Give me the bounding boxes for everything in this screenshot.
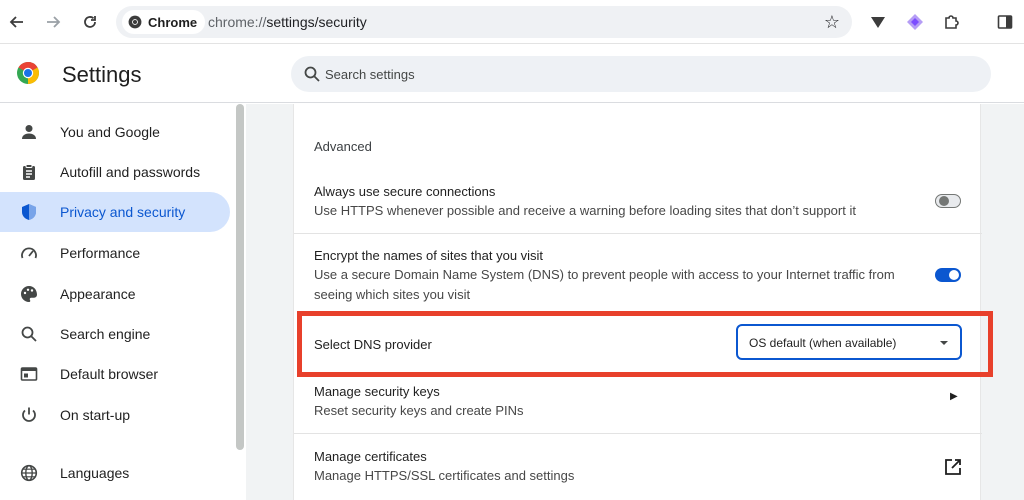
open-external-icon[interactable] (944, 458, 962, 476)
sidebar-item-label: Autofill and passwords (60, 164, 201, 180)
sidebar-item-label: Languages (60, 465, 130, 481)
search-input[interactable] (325, 56, 965, 92)
power-icon (19, 405, 39, 425)
diamond-icon (907, 14, 923, 30)
url-host: chrome:// (208, 14, 267, 30)
clipboard-icon (19, 162, 39, 182)
sidebar-item-search-engine[interactable]: Search engine (0, 314, 230, 354)
url-path: settings/security (266, 14, 367, 30)
advanced-security-card: Advanced Always use secure connections U… (293, 104, 982, 500)
address-bar[interactable]: Chrome chrome://settings/security ☆ (116, 6, 852, 38)
reload-button[interactable] (78, 10, 102, 34)
toggle-knob (939, 196, 949, 206)
sidebar-item-privacy-and-security[interactable]: Privacy and security (0, 192, 230, 232)
forward-button[interactable] (41, 10, 65, 34)
globe-icon (19, 463, 39, 483)
site-chip-label: Chrome (148, 14, 198, 30)
search-icon (19, 324, 39, 344)
search-icon (304, 66, 320, 82)
speedometer-icon (19, 243, 39, 263)
sidebar-item-default-browser[interactable]: Default browser (0, 354, 230, 394)
section-title: Advanced (314, 139, 372, 154)
bookmark-star-icon[interactable]: ☆ (824, 12, 840, 33)
sidebar-item-you-and-google[interactable]: You and Google (0, 112, 230, 152)
row-encrypt-site-names[interactable]: Encrypt the names of sites that you visi… (294, 242, 982, 314)
sidebar-item-autofill[interactable]: Autofill and passwords (0, 152, 230, 192)
sidebar-item-performance[interactable]: Performance (0, 233, 230, 273)
row-always-secure-connections[interactable]: Always use secure connections Use HTTPS … (294, 178, 982, 234)
sidebar-item-label: Default browser (60, 366, 159, 382)
sidebar-item-label: Privacy and security (60, 204, 186, 220)
sidebar-item-languages[interactable]: Languages (0, 453, 230, 493)
chevron-right-icon[interactable]: ▶ (950, 391, 958, 402)
extensions-button[interactable] (940, 10, 964, 34)
palette-icon (19, 284, 39, 304)
chrome-logo-icon (128, 15, 142, 29)
divider (294, 433, 982, 434)
row-title: Manage security keys (314, 384, 440, 399)
arrow-right-icon (47, 16, 61, 28)
page-title: Settings (62, 62, 142, 87)
secure-dns-toggle[interactable] (935, 268, 961, 282)
sidebar-item-label: You and Google (60, 124, 160, 140)
row-title: Manage certificates (314, 449, 427, 464)
chrome-logo-icon (17, 62, 39, 84)
browser-toolbar: Chrome chrome://settings/security ☆ (0, 0, 1024, 44)
funnel-icon (871, 17, 885, 28)
puzzle-piece-icon (945, 15, 959, 29)
url-text[interactable]: chrome://settings/security (208, 14, 367, 30)
sidebar-item-label: Performance (60, 245, 141, 261)
sidebar-item-label: Appearance (60, 286, 136, 302)
row-description: Use a secure Domain Name System (DNS) to… (314, 267, 895, 302)
extension-funnel-button[interactable] (866, 10, 890, 34)
reload-icon (84, 16, 96, 28)
sidebar-item-on-start-up[interactable]: On start-up (0, 395, 230, 435)
row-title: Encrypt the names of sites that you visi… (314, 248, 544, 263)
back-button[interactable] (5, 10, 29, 34)
sidebar-item-label: On start-up (60, 407, 131, 423)
sidebar-item-appearance[interactable]: Appearance (0, 274, 230, 314)
site-chip[interactable]: Chrome (122, 10, 206, 34)
side-panel-button[interactable] (993, 10, 1017, 34)
side-panel-icon (997, 15, 1013, 29)
shield-icon (19, 202, 39, 222)
extension-diamond-button[interactable] (903, 10, 927, 34)
row-description: Use HTTPS whenever possible and receive … (314, 203, 856, 218)
row-manage-certificates[interactable]: Manage certificates Manage HTTPS/SSL cer… (294, 442, 982, 498)
sidebar: You and Google Autofill and passwords Pr… (0, 104, 233, 500)
settings-header: Settings (0, 45, 1024, 103)
sidebar-item-label: Search engine (60, 326, 151, 342)
row-description: Manage HTTPS/SSL certificates and settin… (314, 468, 575, 483)
row-title: Always use secure connections (314, 184, 496, 199)
sidebar-scrollbar[interactable] (236, 104, 244, 450)
browser-window-icon (19, 364, 39, 384)
row-manage-security-keys[interactable]: Manage security keys Reset security keys… (294, 376, 982, 432)
arrow-left-icon (9, 16, 23, 28)
search-bar[interactable] (291, 56, 991, 92)
secure-connections-toggle[interactable] (935, 194, 961, 208)
row-description: Reset security keys and create PINs (314, 403, 524, 418)
toggle-knob (949, 270, 959, 280)
dns-provider-highlight-box (297, 311, 993, 377)
divider (294, 233, 982, 234)
person-icon (19, 122, 39, 142)
